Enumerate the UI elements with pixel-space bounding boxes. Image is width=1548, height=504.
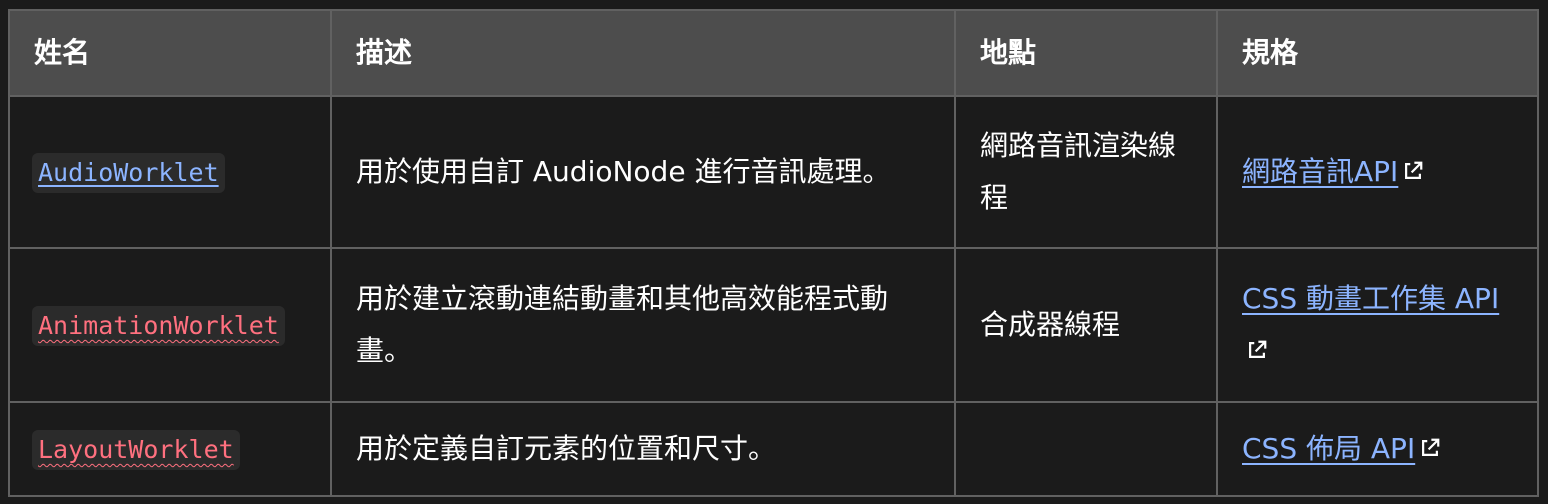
cell-description: 用於定義自訂元素的位置和尺寸。 (330, 401, 956, 497)
header-spec: 規格 (1216, 9, 1539, 97)
header-name: 姓名 (8, 9, 332, 97)
table-row: AudioWorklet 用於使用自訂 AudioNode 進行音訊處理。 網路… (8, 95, 1539, 249)
worklet-table: 姓名 描述 地點 規格 AudioWorklet 用於使用自訂 AudioNod… (8, 9, 1539, 497)
cell-description: 用於使用自訂 AudioNode 進行音訊處理。 (330, 95, 956, 249)
cell-location (954, 401, 1218, 497)
cell-spec: 網路音訊API (1216, 95, 1539, 249)
layoutworklet-code: LayoutWorklet (32, 430, 240, 470)
spec-link-web-audio[interactable]: 網路音訊API (1242, 155, 1398, 188)
header-description: 描述 (330, 9, 956, 97)
external-link-icon (1405, 161, 1423, 179)
cell-spec: CSS 佈局 API (1216, 401, 1539, 497)
header-location: 地點 (954, 9, 1218, 97)
animationworklet-code: AnimationWorklet (32, 306, 285, 346)
audioworklet-link[interactable]: AudioWorklet (32, 153, 225, 193)
external-link-icon (1422, 438, 1440, 456)
table-header-row: 姓名 描述 地點 規格 (8, 9, 1539, 97)
cell-description: 用於建立滾動連結動畫和其他高效能程式動畫。 (330, 247, 956, 403)
cell-name: AnimationWorklet (8, 247, 332, 403)
table-row: AnimationWorklet 用於建立滾動連結動畫和其他高效能程式動畫。 合… (8, 247, 1539, 403)
table-row: LayoutWorklet 用於定義自訂元素的位置和尺寸。 CSS 佈局 API (8, 401, 1539, 497)
cell-name: AudioWorklet (8, 95, 332, 249)
cell-name: LayoutWorklet (8, 401, 332, 497)
cell-location: 網路音訊渲染線程 (954, 95, 1218, 249)
cell-spec: CSS 動畫工作集 API (1216, 247, 1539, 403)
spec-link-css-animation-worklet[interactable]: CSS 動畫工作集 API (1242, 282, 1499, 315)
external-link-icon (1249, 340, 1267, 358)
cell-location: 合成器線程 (954, 247, 1218, 403)
spec-link-css-layout[interactable]: CSS 佈局 API (1242, 432, 1415, 465)
